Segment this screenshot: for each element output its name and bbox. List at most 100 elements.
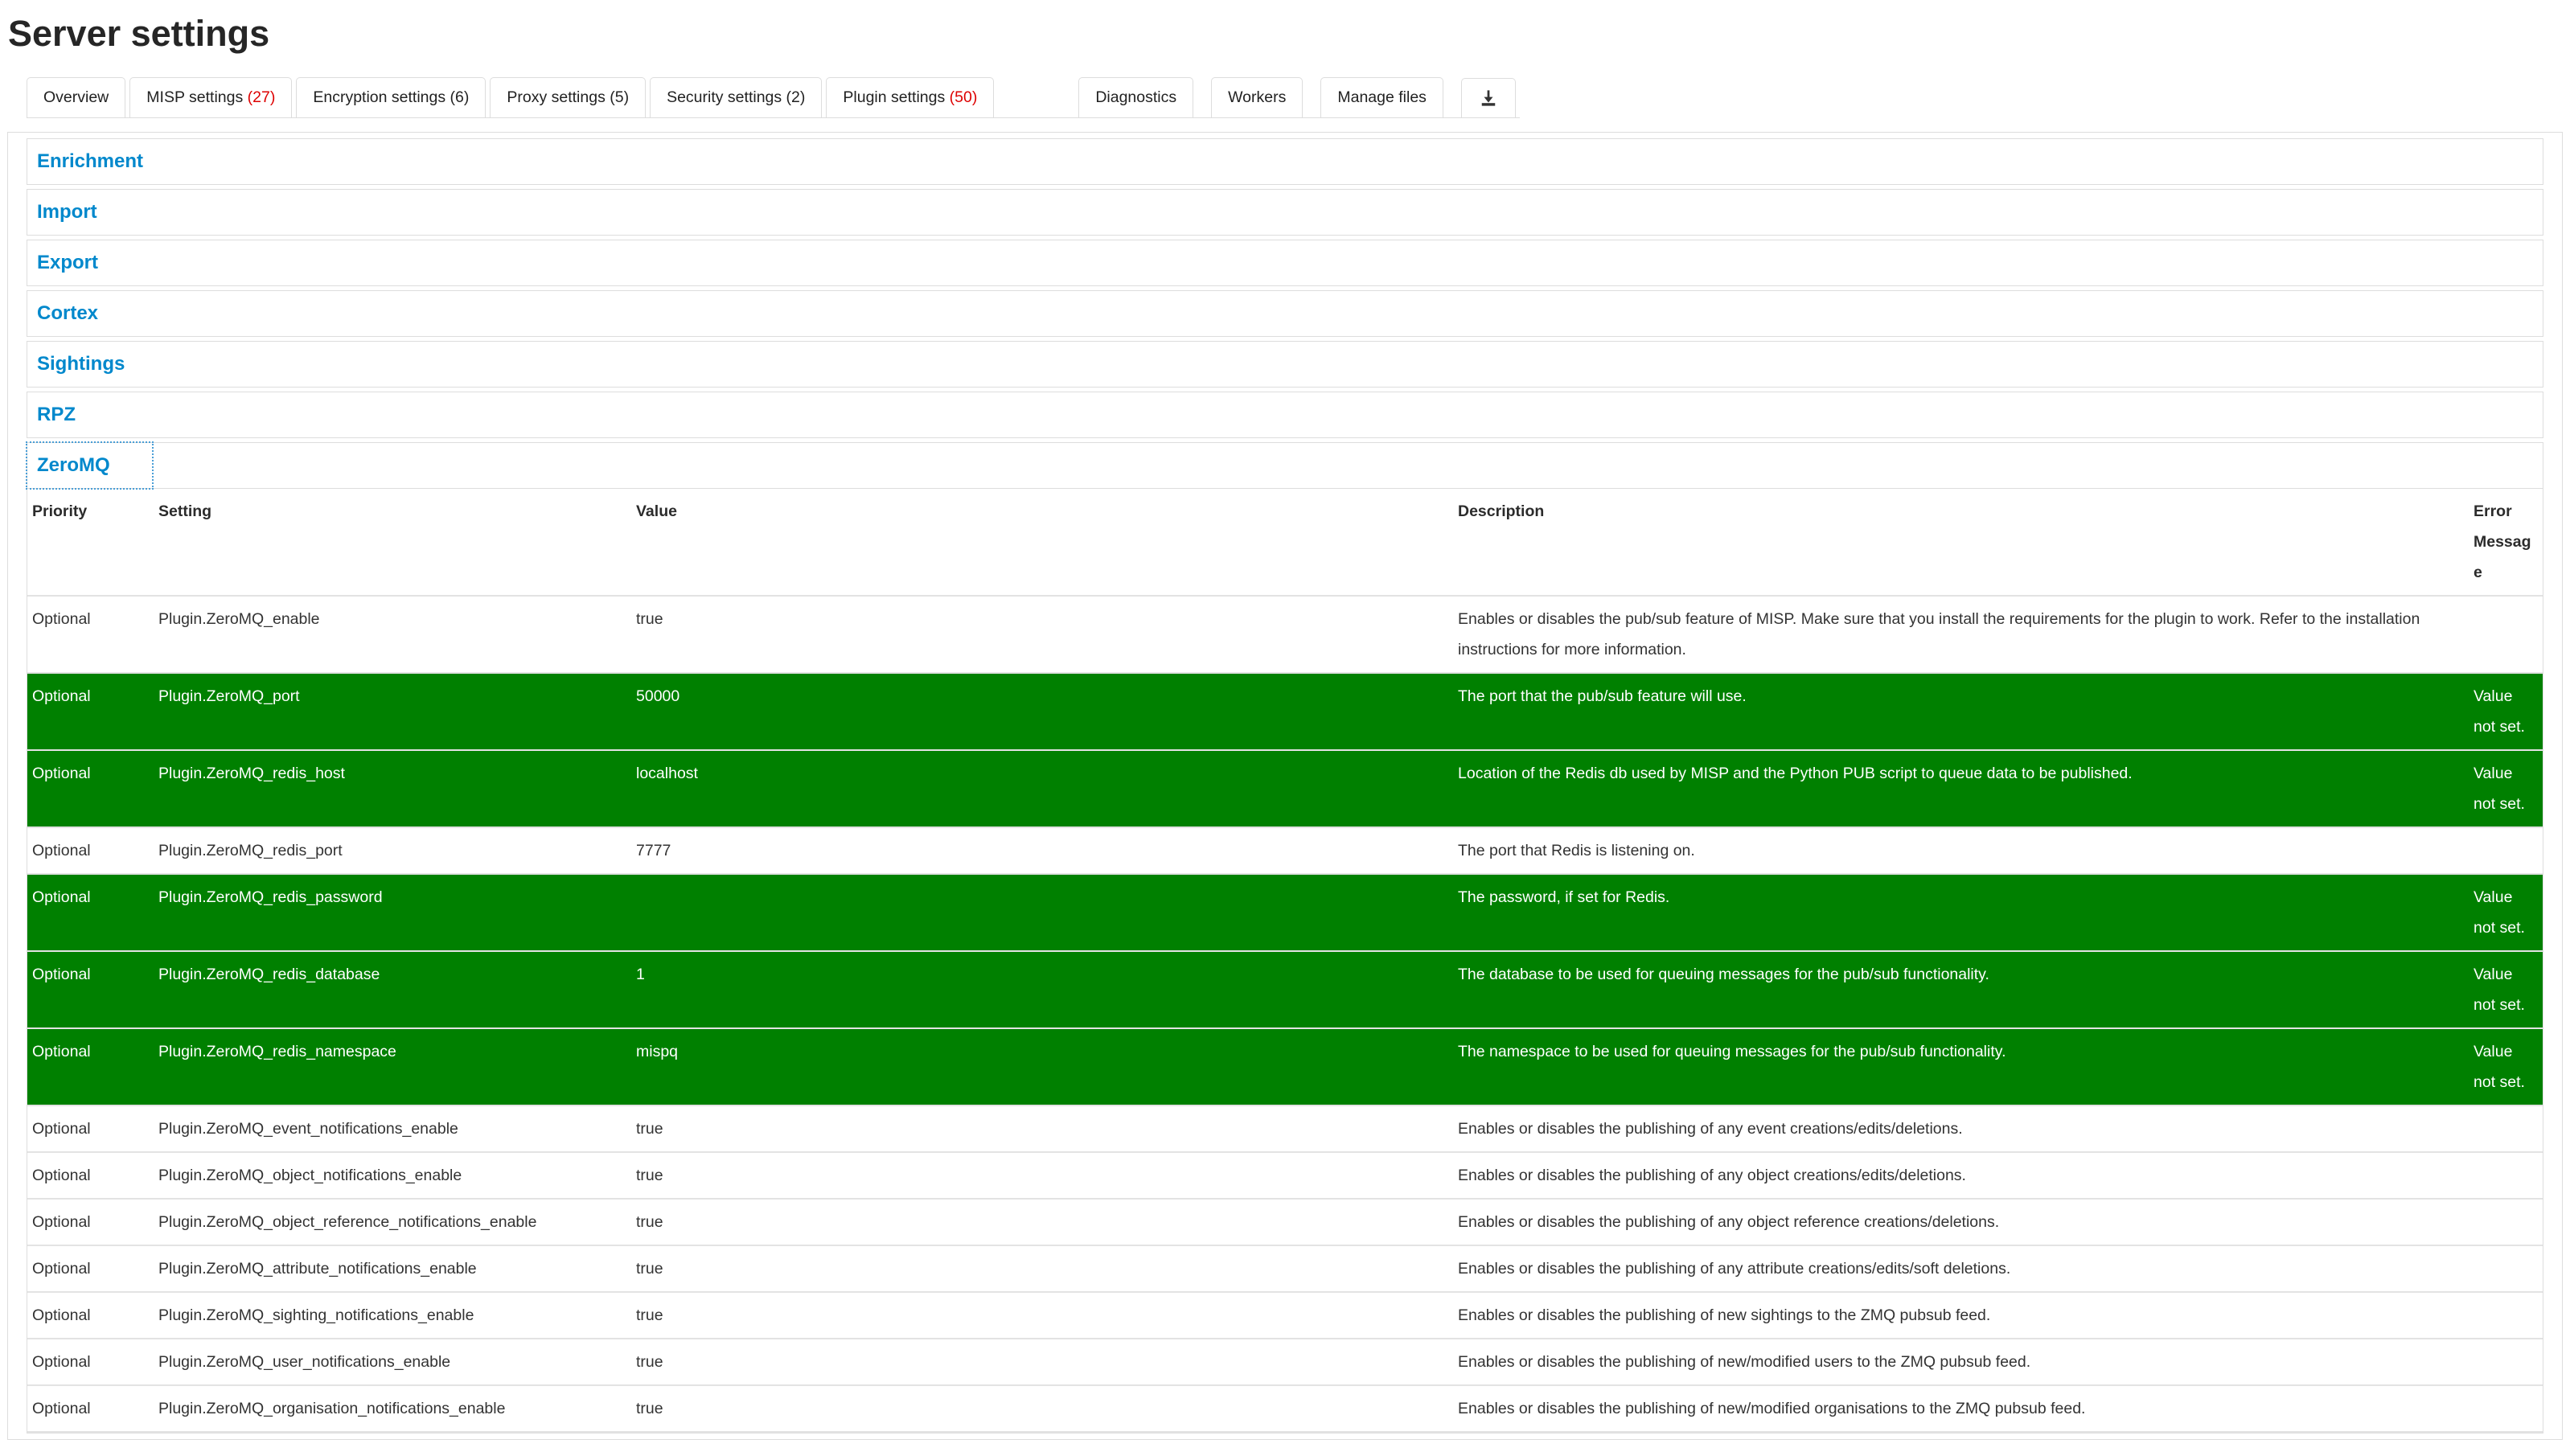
accordion-link-export[interactable]: Export (27, 240, 2543, 285)
tab-spacer (998, 78, 1078, 117)
priority-cell: Optional (27, 1199, 154, 1245)
setting-row-plugin-zeromq-redis-password[interactable]: OptionalPlugin.ZeroMQ_redis_passwordThe … (27, 874, 2543, 951)
tab-misp-settings[interactable]: MISP settings (27) (129, 77, 292, 118)
accordion-link-rpz[interactable]: RPZ (27, 392, 2543, 437)
accordion-section-import: Import (27, 189, 2543, 236)
description-cell: Enables or disables the pub/sub feature … (1453, 596, 2469, 673)
accordion-link-import[interactable]: Import (27, 190, 2543, 235)
priority-cell: Optional (27, 1339, 154, 1385)
error-message-cell: Value not set. (2469, 874, 2543, 951)
tab-label: Security settings (667, 88, 782, 106)
description-cell: The namespace to be used for queuing mes… (1453, 1028, 2469, 1105)
tab-security-settings[interactable]: Security settings (2) (650, 77, 822, 118)
setting-row-plugin-zeromq-port[interactable]: OptionalPlugin.ZeroMQ_port50000The port … (27, 673, 2543, 750)
setting-row-plugin-zeromq-redis-database[interactable]: OptionalPlugin.ZeroMQ_redis_database1The… (27, 951, 2543, 1028)
setting-name-cell: Plugin.ZeroMQ_redis_host (154, 750, 631, 827)
description-cell: Enables or disables the publishing of ne… (1453, 1292, 2469, 1339)
setting-name-cell: Plugin.ZeroMQ_user_notifications_enable (154, 1339, 631, 1385)
value-cell: true (631, 1199, 1453, 1245)
setting-name-cell: Plugin.ZeroMQ_redis_namespace (154, 1028, 631, 1105)
accordion-section-sightings: Sightings (27, 341, 2543, 388)
setting-row-plugin-zeromq-object-notifications-enable[interactable]: OptionalPlugin.ZeroMQ_object_notificatio… (27, 1152, 2543, 1199)
value-cell (631, 874, 1453, 951)
accordion-heading-import: Import (27, 190, 2543, 235)
accordion-section-export: Export (27, 240, 2543, 286)
setting-row-plugin-zeromq-redis-host[interactable]: OptionalPlugin.ZeroMQ_redis_hostlocalhos… (27, 750, 2543, 827)
error-message-cell: Value not set. (2469, 951, 2543, 1028)
setting-row-plugin-zeromq-redis-namespace[interactable]: OptionalPlugin.ZeroMQ_redis_namespacemis… (27, 1028, 2543, 1105)
accordion-link-zeromq[interactable]: ZeroMQ (27, 443, 152, 488)
tab-label: Proxy settings (507, 88, 605, 106)
setting-row-plugin-zeromq-object-reference-notifications-enable[interactable]: OptionalPlugin.ZeroMQ_object_reference_n… (27, 1199, 2543, 1245)
tab-proxy-settings[interactable]: Proxy settings (5) (490, 77, 646, 118)
error-message-cell (2469, 1385, 2543, 1432)
priority-cell: Optional (27, 1152, 154, 1199)
value-cell: 1 (631, 951, 1453, 1028)
accordion-heading-cortex: Cortex (27, 291, 2543, 336)
value-cell: true (631, 596, 1453, 673)
value-cell: mispq (631, 1028, 1453, 1105)
tab-count-badge: (27) (243, 88, 275, 106)
setting-row-plugin-zeromq-enable[interactable]: OptionalPlugin.ZeroMQ_enabletrueEnables … (27, 596, 2543, 673)
accordion-section-zeromq: ZeroMQPrioritySettingValueDescriptionErr… (27, 442, 2543, 1433)
value-cell: 50000 (631, 673, 1453, 750)
priority-cell: Optional (27, 1292, 154, 1339)
error-message-cell (2469, 1152, 2543, 1199)
description-cell: Enables or disables the publishing of ne… (1453, 1385, 2469, 1432)
tab-workers[interactable]: Workers (1211, 77, 1303, 118)
error-message-cell (2469, 1245, 2543, 1292)
accordion-link-sightings[interactable]: Sightings (27, 342, 2543, 387)
setting-name-cell: Plugin.ZeroMQ_enable (154, 596, 631, 673)
priority-cell: Optional (27, 596, 154, 673)
tab-count-badge: (6) (445, 88, 469, 106)
tab-overview[interactable]: Overview (27, 77, 125, 118)
tab-manage-files[interactable]: Manage files (1320, 77, 1443, 118)
tab-label: Manage files (1337, 88, 1427, 106)
error-message-cell (2469, 1339, 2543, 1385)
description-cell: The database to be used for queuing mess… (1453, 951, 2469, 1028)
description-cell: The port that Redis is listening on. (1453, 827, 2469, 874)
error-message-cell (2469, 1292, 2543, 1339)
setting-name-cell: Plugin.ZeroMQ_redis_password (154, 874, 631, 951)
setting-row-plugin-zeromq-organisation-notifications-enable[interactable]: OptionalPlugin.ZeroMQ_organisation_notif… (27, 1385, 2543, 1432)
tab-diagnostics[interactable]: Diagnostics (1078, 77, 1193, 118)
setting-row-plugin-zeromq-user-notifications-enable[interactable]: OptionalPlugin.ZeroMQ_user_notifications… (27, 1339, 2543, 1385)
column-header-value: Value (631, 489, 1453, 596)
plugin-settings-panel: Enrichment Import Export Cortex Sightings RPZ… (7, 132, 2563, 1440)
accordion-heading-enrichment: Enrichment (27, 139, 2543, 184)
setting-name-cell: Plugin.ZeroMQ_redis_port (154, 827, 631, 874)
error-message-cell (2469, 827, 2543, 874)
tab-label: Plugin settings (843, 88, 945, 106)
error-message-cell (2469, 1105, 2543, 1152)
error-message-cell (2469, 596, 2543, 673)
setting-row-plugin-zeromq-event-notifications-enable[interactable]: OptionalPlugin.ZeroMQ_event_notification… (27, 1105, 2543, 1152)
tab-label: MISP settings (146, 88, 243, 106)
tab-label: Encryption settings (313, 88, 445, 106)
accordion-link-enrichment[interactable]: Enrichment (27, 139, 2543, 184)
setting-row-plugin-zeromq-redis-port[interactable]: OptionalPlugin.ZeroMQ_redis_port7777The … (27, 827, 2543, 874)
tab-label: Workers (1228, 88, 1286, 106)
accordion: Enrichment Import Export Cortex Sightings RPZ… (27, 138, 2543, 1433)
accordion-heading-zeromq: ZeroMQ (27, 443, 2543, 489)
description-cell: Enables or disables the publishing of an… (1453, 1105, 2469, 1152)
tab-count-badge: (2) (782, 88, 805, 106)
accordion-heading-sightings: Sightings (27, 342, 2543, 387)
setting-name-cell: Plugin.ZeroMQ_event_notifications_enable (154, 1105, 631, 1152)
tab-plugin-settings[interactable]: Plugin settings (50) (826, 77, 994, 118)
accordion-link-cortex[interactable]: Cortex (27, 291, 2543, 336)
tab-download[interactable] (1461, 78, 1516, 118)
tab-label: Overview (43, 88, 109, 106)
tab-encryption-settings[interactable]: Encryption settings (6) (296, 77, 486, 118)
setting-row-plugin-zeromq-attribute-notifications-enable[interactable]: OptionalPlugin.ZeroMQ_attribute_notifica… (27, 1245, 2543, 1292)
error-message-cell: Value not set. (2469, 1028, 2543, 1105)
setting-row-plugin-zeromq-sighting-notifications-enable[interactable]: OptionalPlugin.ZeroMQ_sighting_notificat… (27, 1292, 2543, 1339)
setting-name-cell: Plugin.ZeroMQ_attribute_notifications_en… (154, 1245, 631, 1292)
setting-name-cell: Plugin.ZeroMQ_port (154, 673, 631, 750)
column-header-error-message: Error Message (2469, 489, 2543, 596)
accordion-section-enrichment: Enrichment (27, 138, 2543, 185)
description-cell: Enables or disables the publishing of an… (1453, 1245, 2469, 1292)
value-cell: true (631, 1339, 1453, 1385)
description-cell: Enables or disables the publishing of ne… (1453, 1339, 2469, 1385)
value-cell: true (631, 1152, 1453, 1199)
value-cell: true (631, 1292, 1453, 1339)
